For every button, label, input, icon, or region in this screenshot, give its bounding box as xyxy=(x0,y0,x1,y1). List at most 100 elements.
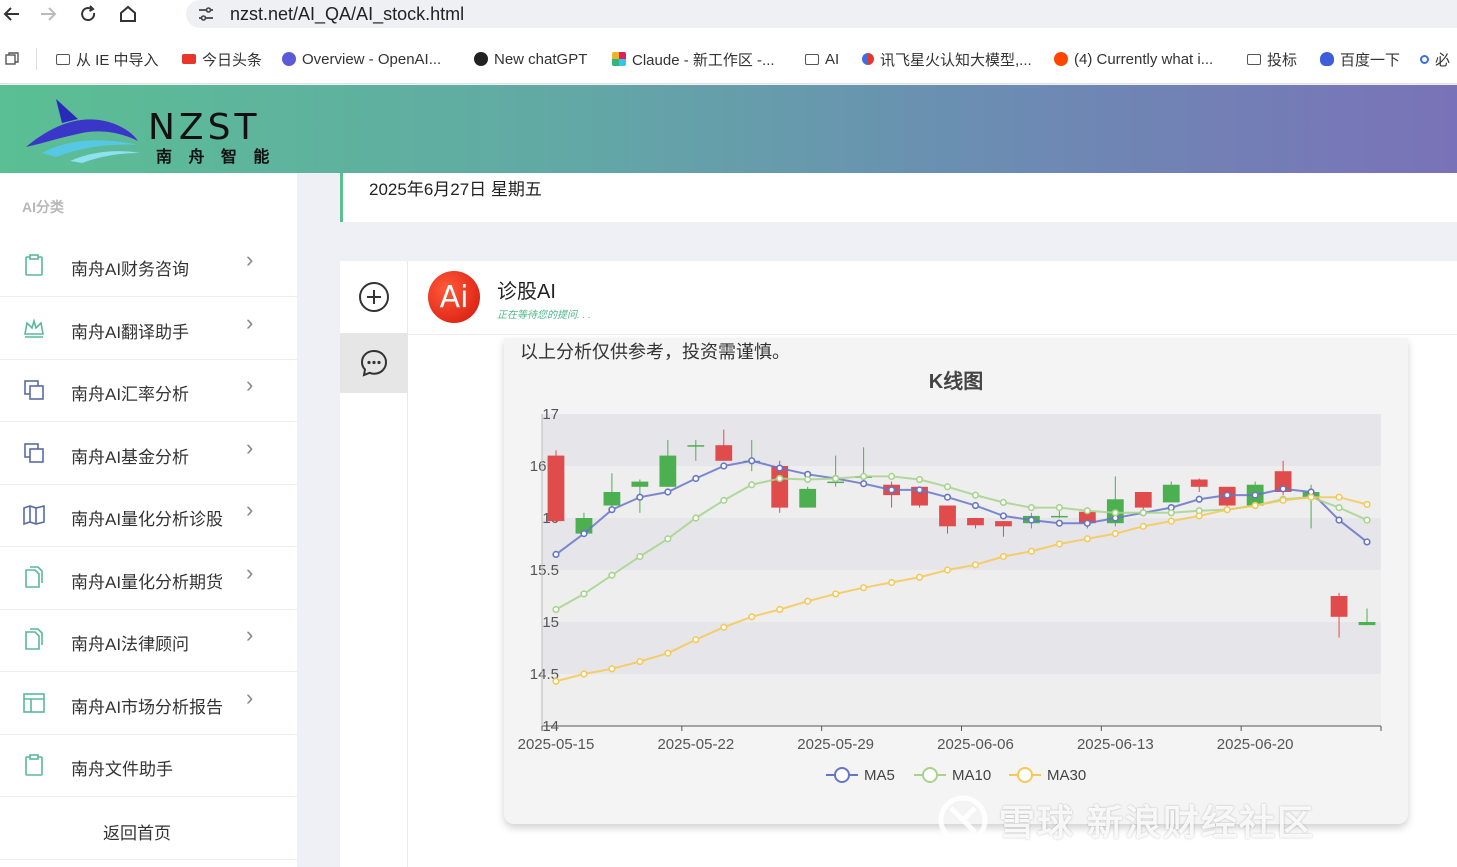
nzst-logo[interactable]: NZST 南 舟 智 能 xyxy=(22,95,282,167)
sidebar-item[interactable]: 南舟AI法律顾问 › xyxy=(0,610,297,672)
candle-body xyxy=(659,455,677,487)
ma-point xyxy=(608,506,616,514)
sidebar-item[interactable]: 南舟AI市场分析报告 › xyxy=(0,673,297,735)
bookmark-toutiao[interactable]: 今日头条 xyxy=(182,48,262,70)
openai-icon xyxy=(282,52,296,66)
bookmark-openai[interactable]: Overview - OpenAI... xyxy=(282,48,441,70)
back-home-button[interactable]: 返回首页 xyxy=(0,798,297,860)
bookmark-ai-folder[interactable]: AI xyxy=(805,48,839,70)
ma-point xyxy=(1279,496,1287,504)
tab-groups-icon[interactable] xyxy=(4,51,20,72)
ma-point xyxy=(804,475,812,484)
sidebar-item-label: 南舟AI翻译助手 xyxy=(71,322,190,342)
sidebar-item[interactable]: 南舟AI汇率分析 › xyxy=(0,360,297,422)
bookmark-xunfei[interactable]: 讯飞星火认知大模型,... xyxy=(862,48,1032,70)
bookmark-chatgpt[interactable]: New chatGPT xyxy=(474,48,587,70)
ai-message-card: 以上分析仅供参考，投资需谨慎。 K线图1414.51515.51616.5172… xyxy=(504,338,1408,824)
bookmark-baidu[interactable]: 百度一下 xyxy=(1320,48,1400,70)
reload-icon[interactable] xyxy=(76,2,100,26)
sidebar-item[interactable]: 南舟AI翻译助手 › xyxy=(0,298,297,360)
slack-icon xyxy=(612,52,626,66)
candle-body xyxy=(547,455,565,522)
bookmark-bing[interactable]: 必 xyxy=(1420,48,1450,70)
toutiao-icon xyxy=(182,54,196,64)
ma-point xyxy=(1139,522,1147,530)
clipboard-icon xyxy=(22,253,46,277)
ma-point xyxy=(971,561,980,569)
sidebar-item[interactable]: 南舟AI财务咨询 › xyxy=(0,235,297,297)
chevron-right-icon: › xyxy=(246,559,254,585)
folder-icon xyxy=(1247,53,1261,65)
ma-point xyxy=(608,571,616,579)
candle-body xyxy=(1358,622,1376,626)
ma-point xyxy=(999,498,1008,506)
candle-body xyxy=(799,488,817,508)
address-row: nzst.net/AI_QA/AI_stock.html xyxy=(0,0,1457,30)
site-settings-icon[interactable] xyxy=(196,4,216,29)
x-tick-label: 2025-05-29 xyxy=(797,736,874,753)
xunfei-icon xyxy=(862,53,874,65)
grid-band xyxy=(542,570,1381,622)
ma-point xyxy=(1251,491,1259,499)
ma-point xyxy=(552,550,560,558)
ai-name: 诊股AI xyxy=(497,281,556,303)
x-tick-label: 2025-06-20 xyxy=(1217,736,1294,753)
ma-point xyxy=(1083,535,1091,543)
chat-bubble-icon xyxy=(360,349,388,377)
chevron-right-icon: › xyxy=(246,622,254,647)
plus-circle-icon xyxy=(359,282,389,312)
ma-point xyxy=(692,474,700,483)
ma-point xyxy=(1335,504,1343,512)
bookmark-bid-folder[interactable]: 投标 xyxy=(1247,48,1297,70)
grid-band xyxy=(542,622,1381,674)
ma-point xyxy=(1027,504,1036,512)
ma-point xyxy=(720,496,728,504)
sidebar-item[interactable]: 南舟AI量化分析期货 › xyxy=(0,548,297,610)
ma-point xyxy=(1335,516,1343,524)
sidebar-item-label: 南舟AI汇率分析 xyxy=(71,385,190,404)
x-tick-label: 2025-06-06 xyxy=(937,736,1014,753)
copy-icon xyxy=(22,441,46,465)
x-tick-label: 2025-05-15 xyxy=(518,736,595,753)
bookmark-claude[interactable]: Claude - 新工作区 -... xyxy=(612,48,775,70)
sidebar-item[interactable]: 南舟文件助手 xyxy=(0,735,297,797)
ma-point xyxy=(915,475,924,484)
grid-band xyxy=(542,518,1381,570)
back-icon[interactable] xyxy=(0,2,24,26)
chatgpt-icon xyxy=(474,52,488,66)
candle-body xyxy=(939,505,956,527)
ma-point xyxy=(943,483,952,491)
sidebar-item[interactable]: 南舟AI基金分析 › xyxy=(0,423,297,485)
url-text[interactable]: nzst.net/AI_QA/AI_stock.html xyxy=(230,4,464,25)
address-bar[interactable]: nzst.net/AI_QA/AI_stock.html xyxy=(186,0,1457,28)
folder-icon xyxy=(56,53,70,65)
bookmark-ie-import[interactable]: 从 IE 中导入 xyxy=(56,48,159,70)
ma-point xyxy=(971,501,980,510)
ma-point xyxy=(943,566,952,574)
chart-title: K线图 xyxy=(929,369,983,393)
sidebar-item-label: 南舟AI量化分析诊股 xyxy=(71,510,224,529)
ma-point xyxy=(971,491,980,499)
folder-icon xyxy=(805,53,819,65)
chat-history-button[interactable] xyxy=(340,333,408,393)
ma-point xyxy=(1279,485,1287,493)
ma-point xyxy=(1167,509,1175,517)
ma-point xyxy=(1139,509,1147,517)
ma-point xyxy=(1307,493,1315,501)
bookmark-reddit[interactable]: (4) Currently what i... xyxy=(1054,48,1213,70)
candle-body xyxy=(1162,484,1180,503)
home-icon[interactable] xyxy=(116,2,140,26)
y-tick-label: 15.5 xyxy=(530,562,559,579)
sidebar-item[interactable]: 南舟AI量化分析诊股 › xyxy=(0,485,297,547)
ma-point xyxy=(580,670,588,678)
ma-point xyxy=(832,474,840,483)
candle-body xyxy=(771,466,789,508)
ma-point xyxy=(860,472,868,480)
ma-point xyxy=(999,552,1008,561)
chevron-right-icon: › xyxy=(246,434,254,460)
forward-icon[interactable] xyxy=(36,2,60,26)
ma-point xyxy=(636,552,644,561)
legend-swatch-marker xyxy=(834,767,850,783)
ma-point xyxy=(915,573,924,581)
new-chat-button[interactable] xyxy=(340,261,408,333)
